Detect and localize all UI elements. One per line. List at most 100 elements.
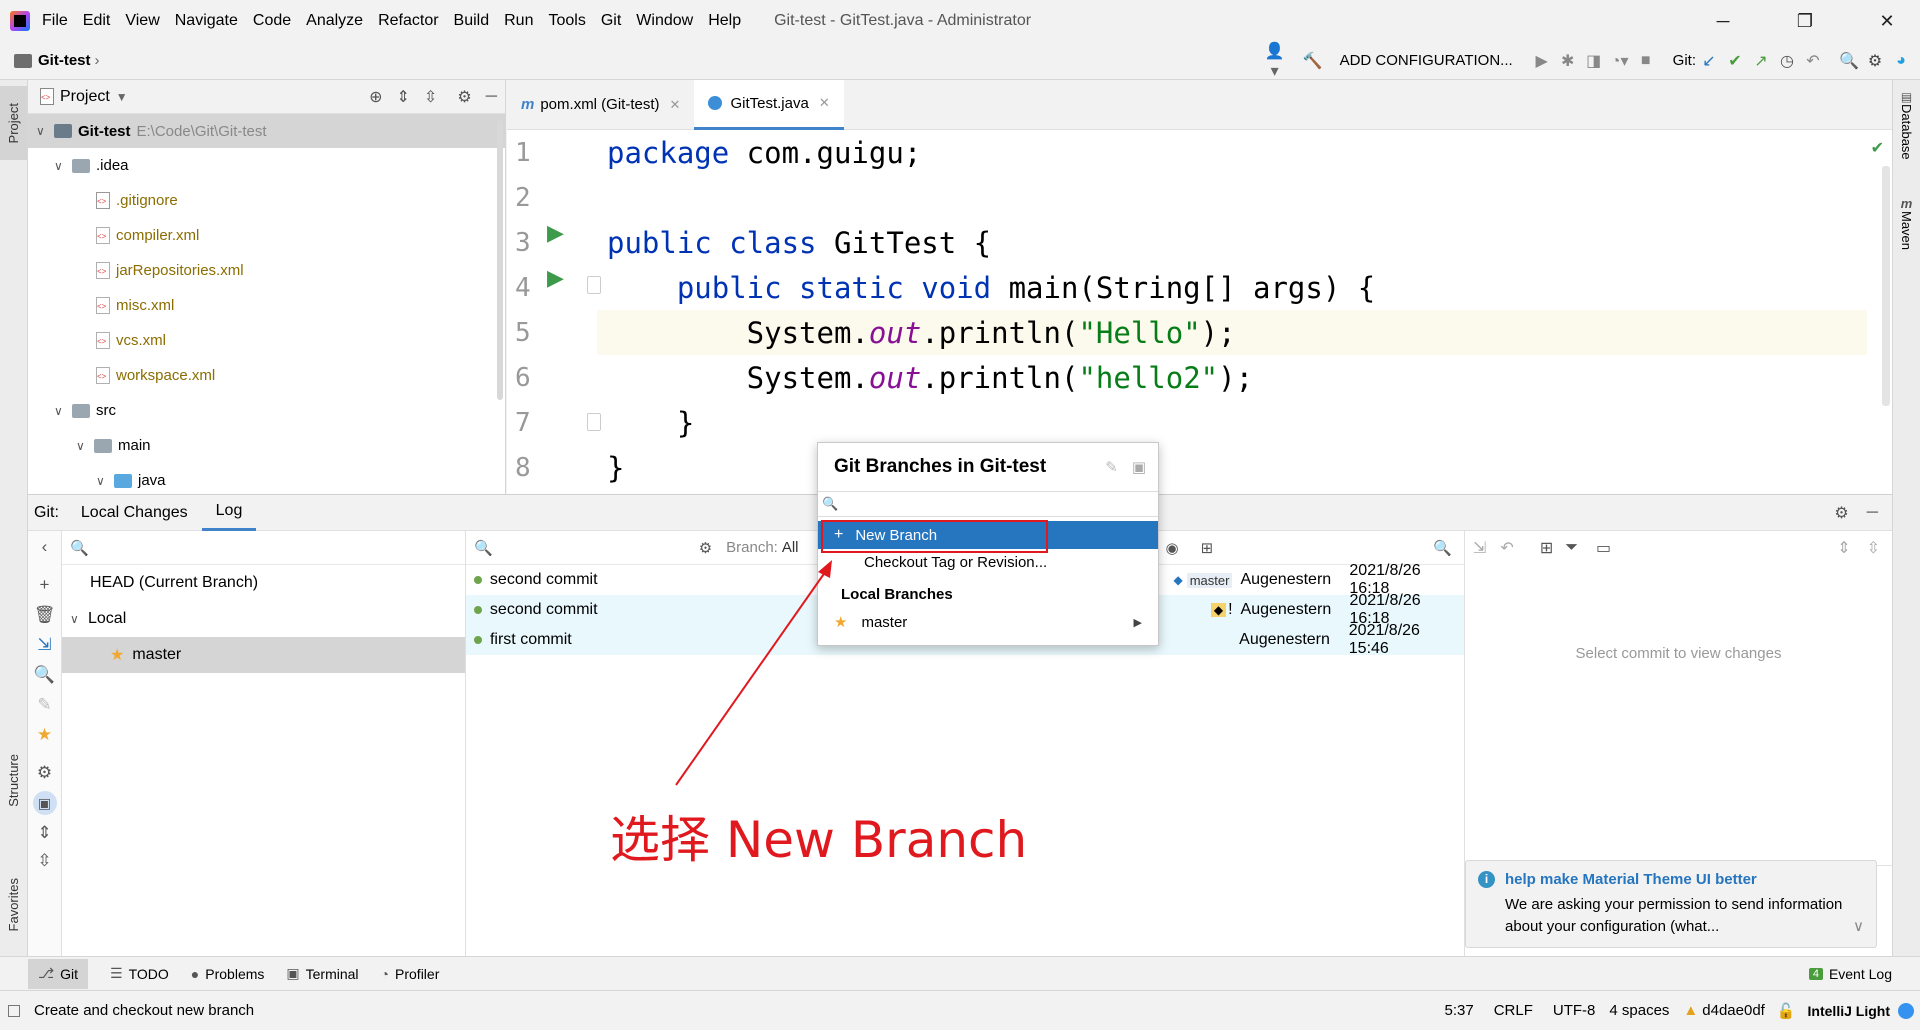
jetbrains-toolbox-icon[interactable]: ◕ — [1888, 52, 1914, 70]
git-panel-settings-icon[interactable]: ⚙ — [1834, 503, 1848, 523]
group-by-icon[interactable]: ▣ — [32, 791, 57, 815]
menu-window[interactable]: Window — [636, 12, 693, 30]
menu-help[interactable]: Help — [708, 12, 741, 30]
run-gutter-icon[interactable]: ▶ — [547, 220, 564, 246]
branch-group-local[interactable]: ∨ Local — [62, 601, 465, 637]
tree-file[interactable]: compiler.xml — [28, 218, 505, 253]
settings-icon[interactable]: ⚙ — [37, 763, 52, 783]
expand-notification-icon[interactable]: ∨ — [1853, 917, 1864, 935]
git-commit-icon[interactable]: ✔ — [1722, 51, 1748, 71]
menu-code[interactable]: Code — [253, 12, 291, 30]
git-push-icon[interactable]: ↗ — [1748, 51, 1774, 71]
tab-local-changes[interactable]: Local Changes — [67, 495, 202, 531]
maven-tool-tab[interactable]: m Maven — [1893, 196, 1920, 276]
close-tab-icon[interactable]: ✕ — [819, 95, 830, 111]
run-gutter-icon[interactable]: ▶ — [547, 265, 564, 291]
add-icon[interactable]: + — [40, 575, 50, 595]
branch-master[interactable]: ★ master — [62, 637, 465, 673]
edit-icon[interactable]: ✎ — [1105, 458, 1118, 476]
git-commit-hash[interactable]: d4dae0df — [1702, 1002, 1765, 1019]
git-panel-hide-icon[interactable]: ─ — [1867, 504, 1878, 522]
close-window-button[interactable]: ✕ — [1862, 11, 1912, 32]
tool-tab-git[interactable]: ⎇ Git — [28, 958, 89, 989]
locate-icon[interactable]: ⊕ — [369, 87, 382, 107]
group-icon[interactable]: ⊞ — [1540, 538, 1553, 558]
fold-icon[interactable] — [587, 276, 601, 294]
tree-file[interactable]: workspace.xml — [28, 358, 505, 393]
tree-file[interactable]: .gitignore — [28, 183, 505, 218]
tree-file[interactable]: jarRepositories.xml — [28, 253, 505, 288]
branch-head[interactable]: HEAD (Current Branch) — [62, 565, 465, 601]
menu-refactor[interactable]: Refactor — [378, 12, 438, 30]
favorite-star-icon[interactable]: ★ — [37, 725, 52, 745]
search-icon[interactable]: 🔍 — [474, 539, 493, 557]
menu-git[interactable]: Git — [601, 12, 621, 30]
delete-icon[interactable]: 🗑 — [34, 605, 56, 625]
tree-folder-java[interactable]: ∨ java — [28, 463, 505, 498]
menu-file[interactable]: File — [42, 12, 68, 30]
branch-master-item[interactable]: ★ master ▶ — [818, 607, 1158, 637]
tree-file[interactable]: misc.xml — [28, 288, 505, 323]
search-everywhere-icon[interactable]: 🔍 — [1836, 51, 1862, 71]
user-icon[interactable]: 👤▾ — [1262, 41, 1288, 81]
status-toggle-icon[interactable] — [8, 1004, 20, 1017]
tree-file[interactable]: vcs.xml — [28, 323, 505, 358]
project-view-title[interactable]: Project — [60, 88, 110, 106]
collapse-all-icon[interactable]: ⇳ — [37, 851, 51, 871]
add-branch-compare-icon[interactable]: ⊞ — [1201, 539, 1214, 557]
project-settings-icon[interactable]: ⚙ — [457, 87, 471, 107]
stop-icon[interactable]: ■ — [1633, 52, 1659, 70]
expand-all-icon[interactable]: ⇕ — [37, 823, 51, 843]
file-encoding[interactable]: UTF-8 — [1553, 1002, 1596, 1019]
structure-tool-tab[interactable]: Structure — [0, 740, 27, 820]
tool-tab-profiler[interactable]: ◔ Profiler — [381, 966, 440, 982]
coverage-icon[interactable]: ◨ — [1581, 51, 1607, 71]
collapse-all-icon[interactable]: ⇳ — [1867, 538, 1880, 558]
minimize-button[interactable]: ─ — [1698, 11, 1748, 32]
database-tool-tab[interactable]: ▤ Database — [1893, 90, 1920, 176]
tree-folder-idea[interactable]: ∨ .idea — [28, 148, 505, 183]
run-icon[interactable]: ▶ — [1529, 51, 1555, 71]
collapse-all-icon[interactable]: ⇳ — [424, 87, 437, 107]
project-dropdown-icon[interactable]: ▼ — [116, 90, 128, 104]
tool-tab-terminal[interactable]: ▣ Terminal — [286, 965, 358, 982]
favorites-tool-tab[interactable]: Favorites — [0, 860, 27, 950]
expand-all-icon[interactable]: ⇕ — [397, 87, 410, 107]
merge-icon[interactable]: ⇲ — [1473, 538, 1486, 558]
inspection-ok-icon[interactable]: ✔ — [1871, 138, 1884, 158]
git-history-icon[interactable]: ◷ — [1774, 51, 1800, 71]
fold-icon[interactable] — [587, 413, 601, 431]
layout-icon[interactable]: ▭ — [1596, 538, 1611, 558]
lock-icon[interactable]: 🔓 — [1777, 1002, 1796, 1020]
search-icon[interactable]: 🔍 — [34, 665, 55, 685]
git-rollback-icon[interactable]: ↶ — [1800, 51, 1826, 71]
breadcrumb-project[interactable]: Git-test — [38, 52, 91, 69]
notification-balloon[interactable]: i help make Material Theme UI better We … — [1465, 860, 1877, 948]
git-update-icon[interactable]: ↙ — [1696, 51, 1722, 71]
notification-title[interactable]: help make Material Theme UI better — [1505, 871, 1757, 888]
expand-all-icon[interactable]: ⇕ — [1837, 538, 1850, 558]
search-log-icon[interactable]: 🔍 — [1433, 539, 1452, 557]
hide-panel-icon[interactable]: ─ — [486, 88, 497, 106]
maximize-button[interactable]: ❐ — [1780, 11, 1830, 32]
menu-build[interactable]: Build — [454, 12, 490, 30]
popup-pin-icon[interactable]: ▣ — [1132, 458, 1146, 476]
project-scrollbar[interactable] — [497, 120, 503, 400]
tool-tab-todo[interactable]: ☰ TODO — [110, 965, 169, 982]
tree-folder-src[interactable]: ∨ src — [28, 393, 505, 428]
editor-scrollbar[interactable] — [1882, 166, 1890, 406]
caret-position[interactable]: 5:37 — [1445, 1002, 1474, 1019]
edit-icon[interactable]: ✎ — [37, 695, 51, 715]
theme-name[interactable]: IntelliJ Light — [1808, 1003, 1890, 1019]
eye-icon[interactable]: ◉ — [1166, 539, 1179, 557]
close-tab-icon[interactable]: ✕ — [670, 97, 681, 113]
project-tool-tab[interactable]: Project — [0, 86, 27, 160]
settings-icon[interactable]: ⚙ — [1862, 51, 1888, 71]
menu-edit[interactable]: Edit — [83, 12, 111, 30]
menu-analyze[interactable]: Analyze — [306, 12, 363, 30]
code-area[interactable]: package com.guigu; public class GitTest … — [607, 130, 1375, 490]
filter-icon[interactable]: ⏷ — [1565, 539, 1578, 557]
event-log-button[interactable]: 4 Event Log — [1808, 966, 1892, 982]
revert-icon[interactable]: ↶ — [1500, 538, 1513, 558]
popup-search-input[interactable]: 🔍 — [818, 491, 1158, 517]
